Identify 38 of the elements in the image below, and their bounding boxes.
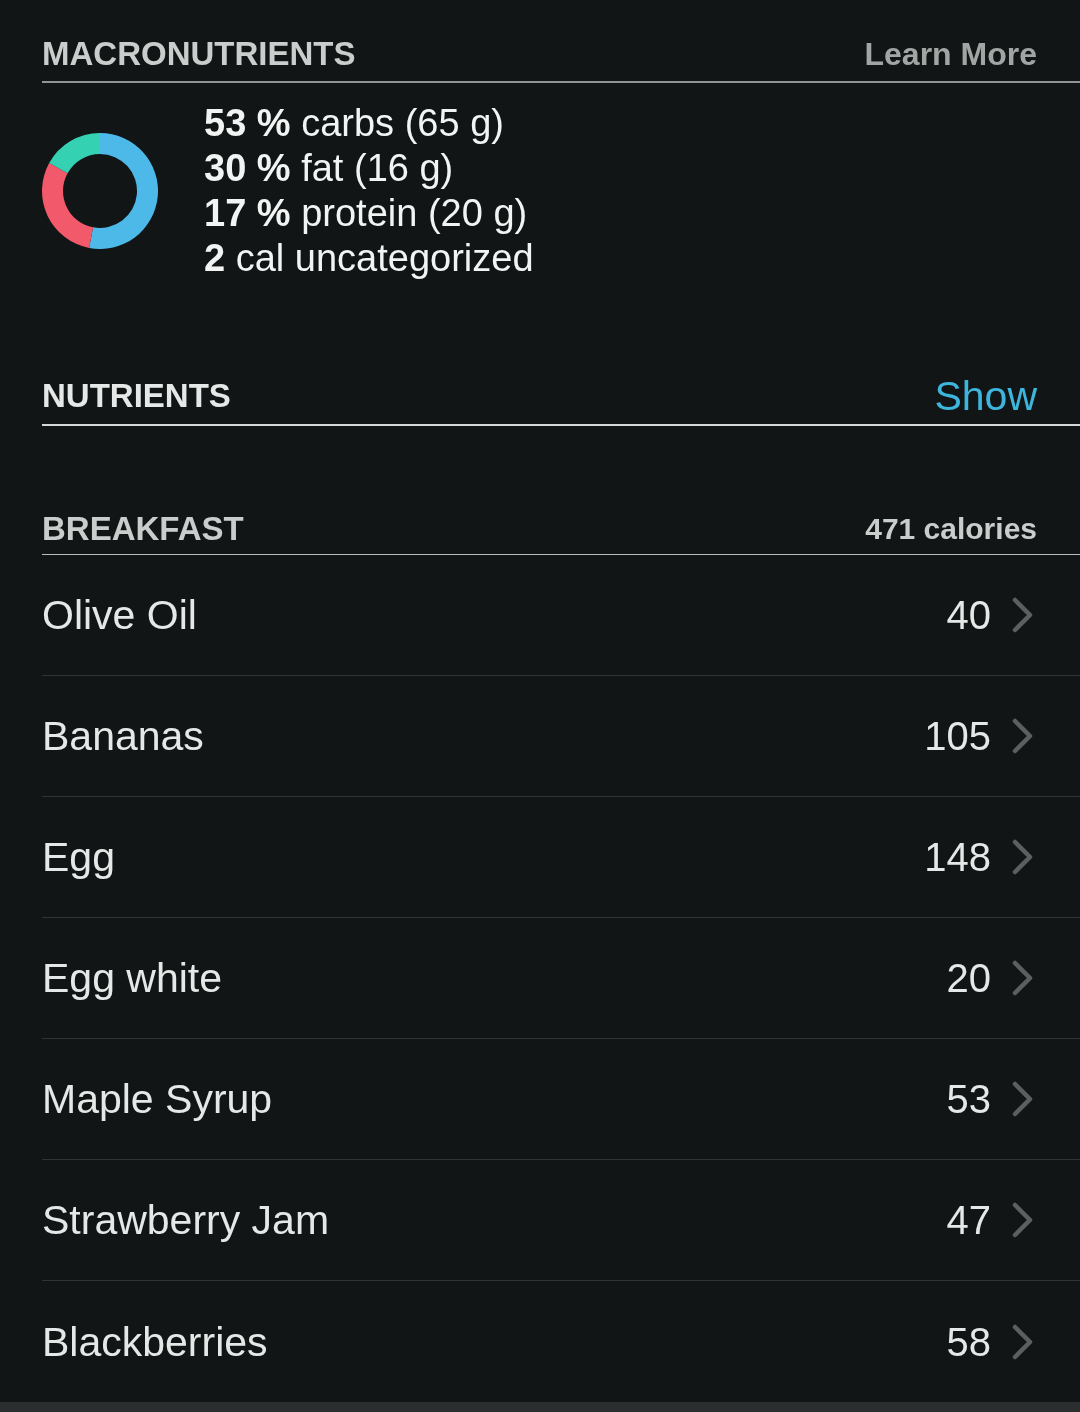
calorie-value: 58 xyxy=(946,1318,991,1366)
food-row[interactable]: Bananas 105 xyxy=(42,676,1080,797)
calorie-value: 53 xyxy=(946,1076,991,1123)
section-title: MACRONUTRIENTS xyxy=(42,34,356,74)
calorie-value: 20 xyxy=(946,955,991,1002)
calorie-value: 47 xyxy=(946,1197,991,1244)
learn-more-link[interactable]: Learn More xyxy=(864,33,1037,75)
section-title: NUTRIENTS xyxy=(42,376,231,416)
food-name: Bananas xyxy=(42,712,204,760)
chevron-icon xyxy=(1012,839,1033,875)
chevron-icon xyxy=(1012,1081,1033,1117)
food-name: Olive Oil xyxy=(42,591,197,639)
show-link[interactable]: Show xyxy=(934,372,1037,420)
food-row[interactable]: Egg white 20 xyxy=(42,918,1080,1039)
food-name: Strawberry Jam xyxy=(42,1196,330,1244)
food-name: Egg white xyxy=(42,954,223,1002)
calorie-value: 105 xyxy=(924,713,991,760)
calorie-value: 40 xyxy=(946,592,991,639)
food-name: Maple Syrup xyxy=(42,1075,273,1123)
chevron-icon xyxy=(1012,1323,1033,1360)
food-row[interactable]: Egg 148 xyxy=(42,797,1080,918)
calorie-value: 148 xyxy=(924,834,991,881)
chevron-icon xyxy=(1012,597,1033,633)
food-name: Blackberries xyxy=(42,1317,268,1366)
chevron-icon xyxy=(1012,1202,1033,1238)
food-row[interactable]: Maple Syrup 53 xyxy=(42,1039,1080,1160)
macro-summary-line: 30 % fat (16 g) xyxy=(204,146,455,191)
chevron-icon xyxy=(1012,718,1033,754)
food-row[interactable]: Strawberry Jam 47 xyxy=(42,1160,1080,1281)
chevron-icon xyxy=(1012,960,1033,996)
section-title: BREAKFAST xyxy=(42,509,244,549)
food-row[interactable]: Olive Oil 40 xyxy=(42,555,1080,676)
food-row[interactable]: Blackberries 58 xyxy=(42,1281,1080,1402)
food-name: Egg xyxy=(42,833,115,881)
total-calories: 471 calories xyxy=(865,511,1037,547)
macro-summary-line: 2 cal uncategorized xyxy=(204,236,534,281)
macro-summary-line: 53 % carbs (65 g) xyxy=(204,101,505,146)
macro-summary-line: 17 % protein (20 g) xyxy=(204,191,529,236)
